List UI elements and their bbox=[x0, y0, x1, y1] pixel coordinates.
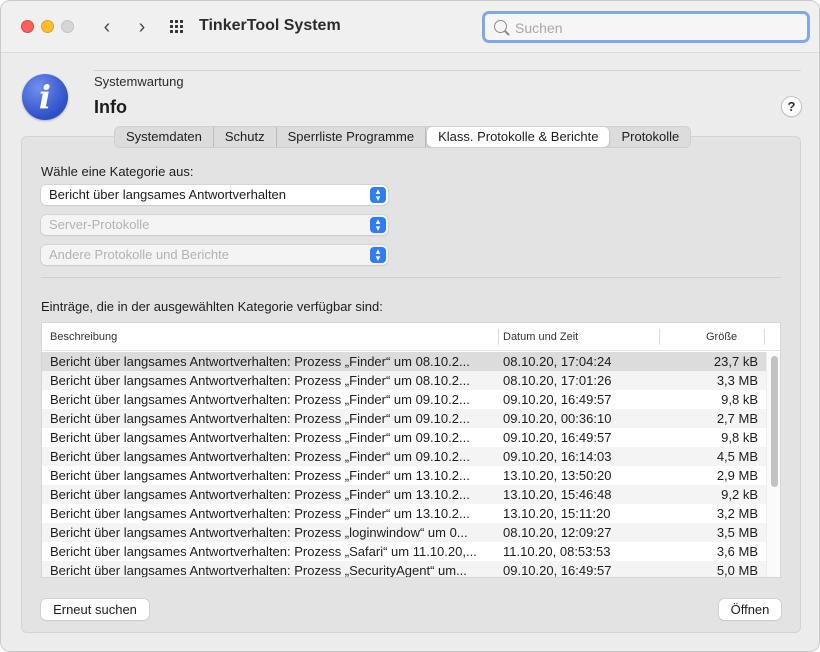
cell-date: 08.10.20, 17:04:24 bbox=[503, 354, 612, 369]
cell-size: 5,0 MB bbox=[716, 563, 758, 578]
cell-date: 11.10.20, 08:53:53 bbox=[503, 544, 611, 559]
table-row[interactable]: Bericht über langsames Antwortverhalten:… bbox=[42, 409, 766, 428]
cell-description: Bericht über langsames Antwortverhalten:… bbox=[50, 449, 470, 464]
grid-icon[interactable] bbox=[170, 20, 184, 34]
cell-size: 23,7 kB bbox=[713, 354, 758, 369]
table-row[interactable]: Bericht über langsames Antwortverhalten:… bbox=[42, 523, 766, 542]
table-row[interactable]: Bericht über langsames Antwortverhalten:… bbox=[42, 428, 766, 447]
cell-description: Bericht über langsames Antwortverhalten:… bbox=[50, 430, 470, 445]
app-window: ‹ › TinkerTool System i Systemwartung In… bbox=[0, 0, 820, 652]
server-logs-popup[interactable]: Server-Protokolle ▴ ▾ bbox=[41, 215, 388, 235]
cell-description: Bericht über langsames Antwortverhalten:… bbox=[50, 392, 470, 407]
cell-date: 13.10.20, 13:50:20 bbox=[503, 468, 612, 483]
cell-size: 2,7 MB bbox=[716, 411, 758, 426]
table-body: Bericht über langsames Antwortverhalten:… bbox=[42, 352, 766, 578]
cell-description: Bericht über langsames Antwortverhalten:… bbox=[50, 487, 470, 502]
column-divider bbox=[498, 329, 499, 345]
cell-description: Bericht über langsames Antwortverhalten:… bbox=[50, 563, 467, 578]
cell-description: Bericht über langsames Antwortverhalten:… bbox=[50, 411, 470, 426]
table-row[interactable]: Bericht über langsames Antwortverhalten:… bbox=[42, 561, 766, 578]
category-popup[interactable]: Bericht über langsames Antwortverhalten … bbox=[41, 185, 388, 205]
chevron-right-icon[interactable]: › bbox=[131, 15, 153, 39]
column-header-date[interactable]: Datum und Zeit bbox=[503, 331, 578, 343]
close-window-button[interactable] bbox=[21, 20, 34, 33]
section-label: Systemwartung bbox=[94, 74, 184, 89]
table-row[interactable]: Bericht über langsames Antwortverhalten:… bbox=[42, 504, 766, 523]
cell-description: Bericht über langsames Antwortverhalten:… bbox=[50, 525, 468, 540]
table-row[interactable]: Bericht über langsames Antwortverhalten:… bbox=[42, 390, 766, 409]
column-header-size[interactable]: Größe bbox=[706, 331, 737, 343]
cell-size: 3,5 MB bbox=[716, 525, 758, 540]
cell-size: 3,3 MB bbox=[716, 373, 758, 388]
cell-description: Bericht über langsames Antwortverhalten:… bbox=[50, 544, 477, 559]
table-row[interactable]: Bericht über langsames Antwortverhalten:… bbox=[42, 542, 766, 561]
chevron-updown-icon: ▴ ▾ bbox=[370, 217, 386, 233]
cell-date: 13.10.20, 15:46:48 bbox=[503, 487, 612, 502]
open-button[interactable]: Öffnen bbox=[719, 599, 781, 620]
cell-description: Bericht über langsames Antwortverhalten:… bbox=[50, 354, 470, 369]
cell-description: Bericht über langsames Antwortverhalten:… bbox=[50, 373, 470, 388]
chevron-updown-icon: ▴ ▾ bbox=[370, 247, 386, 263]
table-row[interactable]: Bericht über langsames Antwortverhalten:… bbox=[42, 485, 766, 504]
page-title: Info bbox=[94, 97, 127, 117]
other-logs-popup-value: Andere Protokolle und Berichte bbox=[49, 247, 229, 262]
cell-date: 08.10.20, 17:01:26 bbox=[503, 373, 612, 388]
cell-size: 9,8 kB bbox=[721, 392, 758, 407]
rescan-button[interactable]: Erneut suchen bbox=[41, 599, 149, 620]
cell-date: 09.10.20, 16:49:57 bbox=[503, 392, 612, 407]
cell-size: 9,2 kB bbox=[721, 487, 758, 502]
cell-date: 08.10.20, 12:09:27 bbox=[503, 525, 612, 540]
column-header-description[interactable]: Beschreibung bbox=[50, 331, 117, 343]
tab-systemdaten[interactable]: Systemdaten bbox=[115, 127, 214, 147]
cell-date: 13.10.20, 15:11:20 bbox=[503, 506, 611, 521]
cell-size: 2,9 MB bbox=[716, 468, 758, 483]
app-title: TinkerTool System bbox=[199, 17, 341, 34]
search-field[interactable] bbox=[482, 11, 810, 43]
entries-label: Einträge, die in der ausgewählten Katego… bbox=[41, 299, 383, 314]
cell-date: 09.10.20, 16:49:57 bbox=[503, 430, 612, 445]
cell-date: 09.10.20, 16:14:03 bbox=[503, 449, 612, 464]
cell-description: Bericht über langsames Antwortverhalten:… bbox=[50, 468, 470, 483]
header-divider bbox=[94, 70, 801, 71]
table-row[interactable]: Bericht über langsames Antwortverhalten:… bbox=[42, 371, 766, 390]
column-divider bbox=[764, 329, 765, 345]
table-row[interactable]: Bericht über langsames Antwortverhalten:… bbox=[42, 466, 766, 485]
cell-size: 3,2 MB bbox=[716, 506, 758, 521]
cell-date: 09.10.20, 00:36:10 bbox=[503, 411, 612, 426]
other-logs-popup[interactable]: Andere Protokolle und Berichte ▴ ▾ bbox=[41, 245, 388, 265]
cell-date: 09.10.20, 16:49:57 bbox=[503, 563, 612, 578]
zoom-window-button[interactable] bbox=[61, 20, 74, 33]
chevron-updown-icon: ▴ ▾ bbox=[370, 187, 386, 203]
server-logs-popup-value: Server-Protokolle bbox=[49, 217, 150, 232]
chevron-left-icon[interactable]: ‹ bbox=[96, 15, 118, 39]
info-icon: i bbox=[22, 74, 68, 120]
cell-size: 9,8 kB bbox=[721, 430, 758, 445]
cell-description: Bericht über langsames Antwortverhalten:… bbox=[50, 506, 470, 521]
category-label: Wähle eine Kategorie aus: bbox=[41, 164, 194, 179]
scrollbar-thumb[interactable] bbox=[771, 356, 778, 487]
column-divider bbox=[659, 329, 660, 345]
tab-klass-protokolle-berichte[interactable]: Klass. Protokolle & Berichte bbox=[427, 127, 610, 147]
tab-protokolle[interactable]: Protokolle bbox=[610, 127, 690, 147]
scrollbar[interactable] bbox=[766, 352, 780, 577]
entries-table[interactable]: Beschreibung Datum und Zeit Größe Berich… bbox=[41, 322, 781, 578]
main-content: i Systemwartung Info ? Systemdaten Schut… bbox=[1, 54, 819, 651]
cell-size: 4,5 MB bbox=[716, 449, 758, 464]
tab-sperrliste-programme[interactable]: Sperrliste Programme bbox=[277, 127, 427, 147]
cell-size: 3,6 MB bbox=[716, 544, 758, 559]
search-input[interactable] bbox=[515, 18, 795, 38]
title-bar: ‹ › TinkerTool System bbox=[1, 1, 819, 53]
search-icon bbox=[494, 20, 507, 33]
table-row[interactable]: Bericht über langsames Antwortverhalten:… bbox=[42, 447, 766, 466]
tab-schutz[interactable]: Schutz bbox=[214, 127, 277, 147]
tab-bar: Systemdaten Schutz Sperrliste Programme … bbox=[114, 126, 692, 148]
category-popup-value: Bericht über langsames Antwortverhalten bbox=[49, 187, 287, 202]
table-header: Beschreibung Datum und Zeit Größe bbox=[42, 323, 780, 351]
help-button[interactable]: ? bbox=[781, 96, 802, 117]
section-divider bbox=[41, 277, 781, 278]
table-row[interactable]: Bericht über langsames Antwortverhalten:… bbox=[42, 352, 766, 371]
minimize-window-button[interactable] bbox=[41, 20, 54, 33]
